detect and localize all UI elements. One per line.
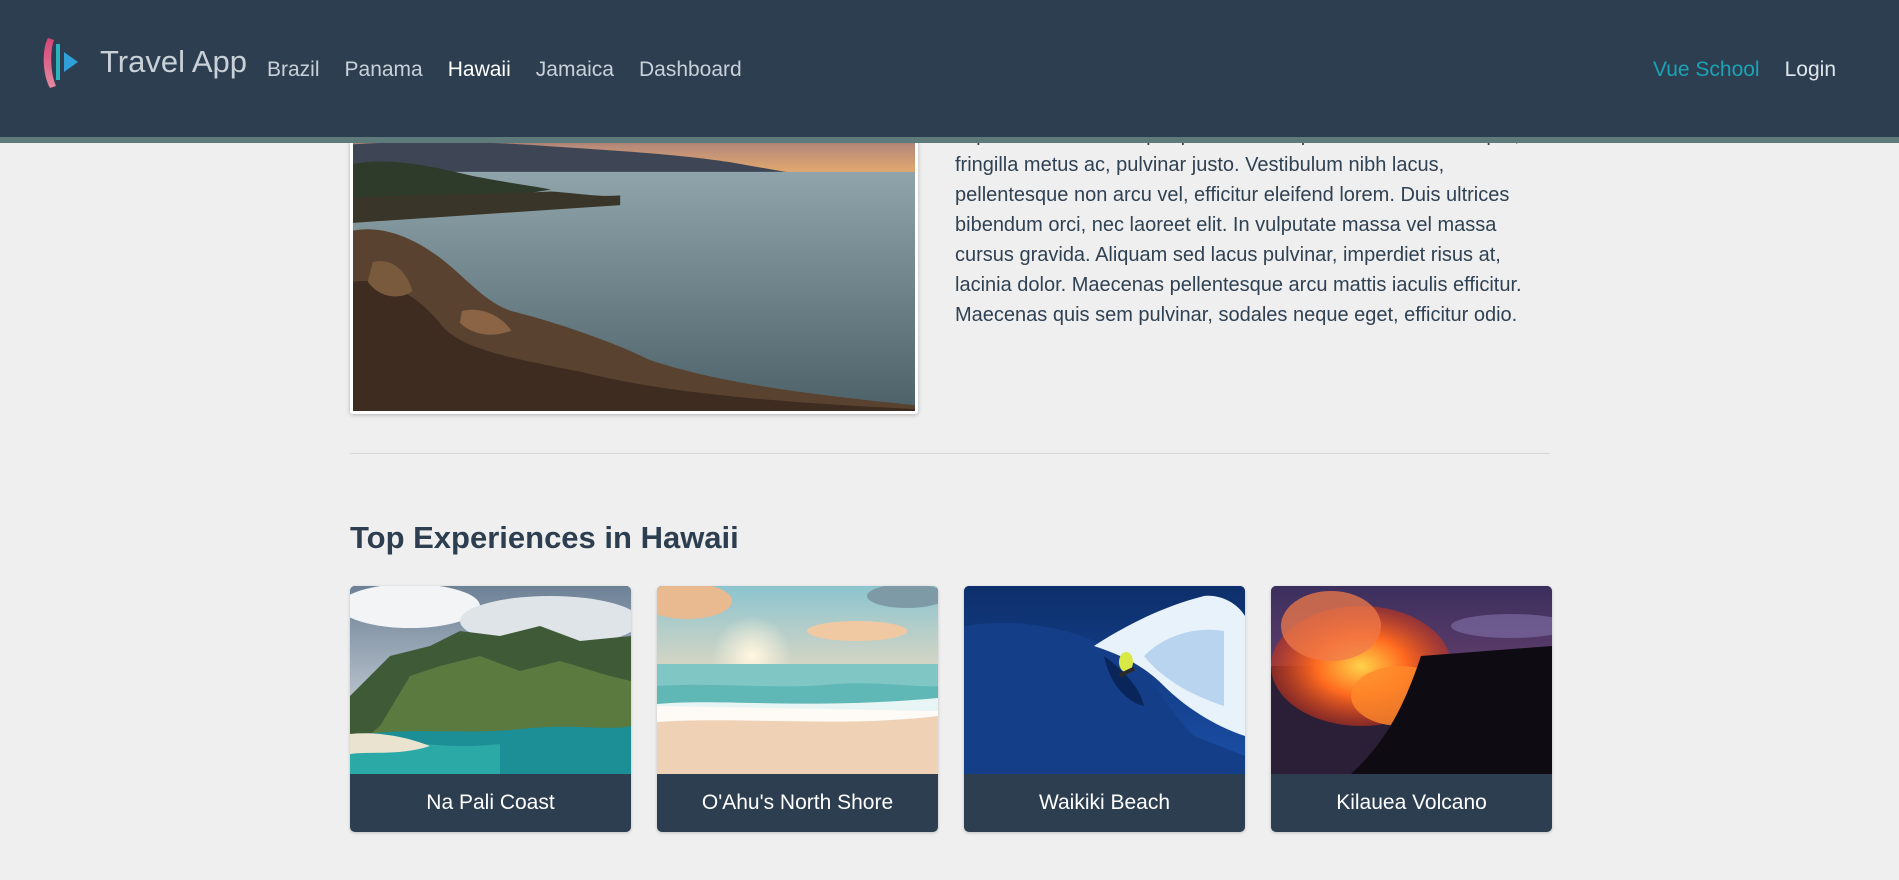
experiences-title: Top Experiences in Hawaii (350, 520, 739, 555)
experience-card-oahu-north-shore[interactable]: O'Ahu's North Shore (657, 586, 938, 832)
experience-card-kilauea-volcano[interactable]: Kilauea Volcano (1271, 586, 1552, 832)
experience-card-na-pali-coast[interactable]: Na Pali Coast (350, 586, 631, 832)
experience-card-label: Kilauea Volcano (1336, 791, 1487, 814)
destination-description: Lorem ipsum dolor sit amet, consectetur … (955, 94, 1555, 330)
top-navbar: Travel App Brazil Panama Hawaii Jamaica … (0, 0, 1899, 143)
nav-link-brazil[interactable]: Brazil (267, 57, 320, 83)
vue-school-link[interactable]: Vue School (1653, 57, 1760, 83)
oahu-north-shore-image (657, 586, 938, 774)
experience-card-label: Na Pali Coast (426, 791, 555, 814)
experience-card-label: Waikiki Beach (1038, 791, 1171, 814)
waikiki-beach-image (964, 586, 1245, 774)
nav-right: Vue School Login (1653, 57, 1836, 83)
experience-cards: Na Pali Coast O'Ahu's North Shore Waikik… (350, 586, 1552, 832)
brand-link[interactable]: Travel App (40, 34, 247, 90)
kilauea-volcano-image (1271, 586, 1552, 774)
brand-name: Travel App (100, 44, 248, 79)
section-divider (350, 453, 1550, 454)
experience-card-label: O'Ahu's North Shore (701, 791, 894, 814)
nav-link-dashboard[interactable]: Dashboard (639, 57, 742, 83)
login-link[interactable]: Login (1785, 57, 1836, 83)
na-pali-coast-image (350, 586, 631, 774)
app-logo-icon (43, 38, 78, 88)
nav-link-jamaica[interactable]: Jamaica (536, 57, 614, 83)
nav-link-panama[interactable]: Panama (345, 57, 423, 83)
coast-sunset-image (353, 115, 915, 411)
main-nav: Brazil Panama Hawaii Jamaica Dashboard (267, 57, 767, 83)
experience-card-waikiki-beach[interactable]: Waikiki Beach (964, 586, 1245, 832)
destination-image (350, 112, 918, 414)
nav-link-hawaii[interactable]: Hawaii (448, 57, 511, 83)
